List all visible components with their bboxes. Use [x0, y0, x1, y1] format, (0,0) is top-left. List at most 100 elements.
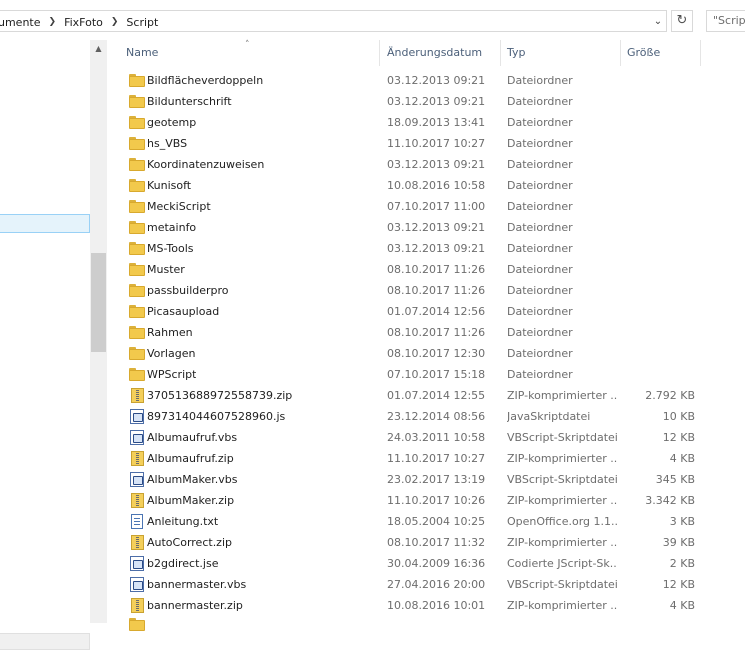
- file-size: [623, 364, 695, 385]
- file-size: 12 KB: [662, 431, 695, 444]
- file-type: ZIP-komprimierter ...: [507, 494, 617, 507]
- column-header-name[interactable]: Name: [120, 40, 380, 66]
- list-item[interactable]: bannermaster.zip 10.08.2016 10:01 ZIP-komp…: [108, 595, 745, 616]
- zip-file-icon: [131, 388, 144, 403]
- list-item[interactable]: Albumaufruf.vbs 24.03.2011 10:58 VBScript-…: [108, 427, 745, 448]
- file-type: ZIP-komprimierter ...: [507, 389, 617, 402]
- file-size: [623, 217, 695, 238]
- file-name: b2gdirect.jse: [147, 557, 219, 570]
- file-name: bannermaster.vbs: [147, 578, 247, 591]
- list-item[interactable]: WPScript 07.10.2017 15:18 Dateiordner: [108, 364, 745, 385]
- file-size: 2.792 KB: [645, 389, 695, 402]
- list-item[interactable]: Rahmen 08.10.2017 11:26 Dateiordner: [108, 322, 745, 343]
- folder-icon: [129, 618, 145, 631]
- list-item[interactable]: 370513688972558739.zip 01.07.2014 12:55 ZI…: [108, 385, 745, 406]
- file-name: Vorlagen: [147, 347, 196, 360]
- column-header-type[interactable]: Typ: [501, 40, 621, 66]
- list-item[interactable]: Kunisoft 10.08.2016 10:58 Dateiordner: [108, 175, 745, 196]
- file-name: metainfo: [147, 221, 197, 234]
- list-item[interactable]: MeckiScript 07.10.2017 11:00 Dateiordner: [108, 196, 745, 217]
- list-item[interactable]: Koordinatenzuweisen 03.12.2013 09:21 Datei…: [108, 154, 745, 175]
- breadcrumb-item[interactable]: umente: [0, 16, 44, 29]
- file-type: Dateiordner: [507, 74, 573, 87]
- list-item[interactable]: Picasaupload 01.07.2014 12:56 Dateiordner: [108, 301, 745, 322]
- search-input[interactable]: "Scrip: [706, 10, 745, 32]
- folder-icon: [129, 116, 145, 129]
- script-file-icon: [130, 472, 144, 487]
- breadcrumb-item[interactable]: Script: [123, 16, 161, 29]
- list-item[interactable]: MS-Tools 03.12.2013 09:21 Dateiordner: [108, 238, 745, 259]
- folder-icon: [129, 158, 145, 171]
- file-date: 08.10.2017 11:26: [387, 263, 486, 276]
- list-item[interactable]: Bildunterschrift 03.12.2013 09:21 Dateiord…: [108, 91, 745, 112]
- file-date: 10.08.2016 10:58: [387, 179, 486, 192]
- text-file-icon: [131, 514, 143, 529]
- script-file-icon: [130, 556, 144, 571]
- file-size: 4 KB: [669, 599, 695, 612]
- zip-file-icon: [131, 598, 144, 613]
- refresh-icon[interactable]: ↻: [671, 10, 693, 32]
- file-name: Albumaufruf.vbs: [147, 431, 238, 444]
- horizontal-scrollbar[interactable]: [0, 633, 90, 650]
- file-name: AlbumMaker.vbs: [147, 473, 238, 486]
- file-type: VBScript-Skriptdatei: [507, 578, 617, 591]
- list-item[interactable]: Vorlagen 08.10.2017 12:30 Dateiordner: [108, 343, 745, 364]
- file-type: Dateiordner: [507, 137, 573, 150]
- scroll-up-icon[interactable]: ▲: [90, 44, 107, 53]
- column-header-size[interactable]: Größe: [621, 40, 701, 66]
- list-item[interactable]: AutoCorrect.zip 08.10.2017 11:32 ZIP-kompr…: [108, 532, 745, 553]
- file-name: AutoCorrect.zip: [147, 536, 232, 549]
- file-date: 01.07.2014 12:55: [387, 389, 486, 402]
- list-item[interactable]: Muster 08.10.2017 11:26 Dateiordner: [108, 259, 745, 280]
- folder-icon: [129, 326, 145, 339]
- file-date: 03.12.2013 09:21: [387, 158, 486, 171]
- file-name: Picasaupload: [147, 305, 220, 318]
- file-name: hs_VBS: [147, 137, 188, 150]
- file-name: 370513688972558739.zip: [147, 389, 293, 402]
- file-type: Dateiordner: [507, 263, 573, 276]
- list-item[interactable]: [108, 618, 745, 631]
- list-item[interactable]: 897314044607528960.js 23.12.2014 08:56 Jav…: [108, 406, 745, 427]
- list-item[interactable]: Bildflächeverdoppeln 03.12.2013 09:21 Date…: [108, 70, 745, 91]
- file-date: 27.04.2016 20:00: [387, 578, 486, 591]
- list-item[interactable]: bannermaster.vbs 27.04.2016 20:00 VBScript…: [108, 574, 745, 595]
- list-item[interactable]: Albumaufruf.zip 11.10.2017 10:27 ZIP-kompr…: [108, 448, 745, 469]
- file-date: 18.09.2013 13:41: [387, 116, 486, 129]
- list-item[interactable]: Anleitung.txt 18.05.2004 10:25 OpenOffice.…: [108, 511, 745, 532]
- list-item[interactable]: AlbumMaker.vbs 23.02.2017 13:19 VBScript-S…: [108, 469, 745, 490]
- list-item[interactable]: AlbumMaker.zip 11.10.2017 10:26 ZIP-kompri…: [108, 490, 745, 511]
- column-header-date[interactable]: Änderungsdatum: [381, 40, 501, 66]
- list-item[interactable]: geotemp 18.09.2013 13:41 Dateiordner: [108, 112, 745, 133]
- list-item[interactable]: b2gdirect.jse 30.04.2009 16:36 Codierte JS…: [108, 553, 745, 574]
- list-item[interactable]: passbuilderpro 08.10.2017 11:26 Dateiordne…: [108, 280, 745, 301]
- breadcrumb-item[interactable]: FixFoto: [61, 16, 106, 29]
- file-date: 08.10.2017 11:26: [387, 284, 486, 297]
- file-date: 08.10.2017 11:26: [387, 326, 486, 339]
- file-date: 10.08.2016 10:01: [387, 599, 486, 612]
- file-type: Codierte JScript-Sk...: [507, 557, 617, 570]
- nav-selected-item[interactable]: [0, 214, 90, 233]
- chevron-right-icon[interactable]: ❯: [44, 17, 62, 27]
- file-size: 2 KB: [669, 557, 695, 570]
- file-size: [623, 259, 695, 280]
- chevron-down-icon[interactable]: ⌄: [650, 14, 666, 30]
- file-date: 03.12.2013 09:21: [387, 221, 486, 234]
- file-date: 24.03.2011 10:58: [387, 431, 486, 444]
- file-name: Bildflächeverdoppeln: [147, 74, 264, 87]
- file-date: 08.10.2017 11:32: [387, 536, 486, 549]
- file-type: Dateiordner: [507, 179, 573, 192]
- file-size: 3.342 KB: [645, 494, 695, 507]
- folder-icon: [129, 74, 145, 87]
- vertical-scrollbar[interactable]: ▲: [90, 40, 107, 623]
- scrollbar-thumb[interactable]: [91, 253, 106, 352]
- chevron-right-icon[interactable]: ❯: [106, 17, 124, 27]
- file-type: Dateiordner: [507, 368, 573, 381]
- file-date: 30.04.2009 16:36: [387, 557, 486, 570]
- list-item[interactable]: metainfo 03.12.2013 09:21 Dateiordner: [108, 217, 745, 238]
- file-name: Anleitung.txt: [147, 515, 219, 528]
- file-size: [623, 301, 695, 322]
- file-size: [623, 112, 695, 133]
- file-date: 07.10.2017 11:00: [387, 200, 486, 213]
- list-item[interactable]: hs_VBS 11.10.2017 10:27 Dateiordner: [108, 133, 745, 154]
- folder-icon: [129, 221, 145, 234]
